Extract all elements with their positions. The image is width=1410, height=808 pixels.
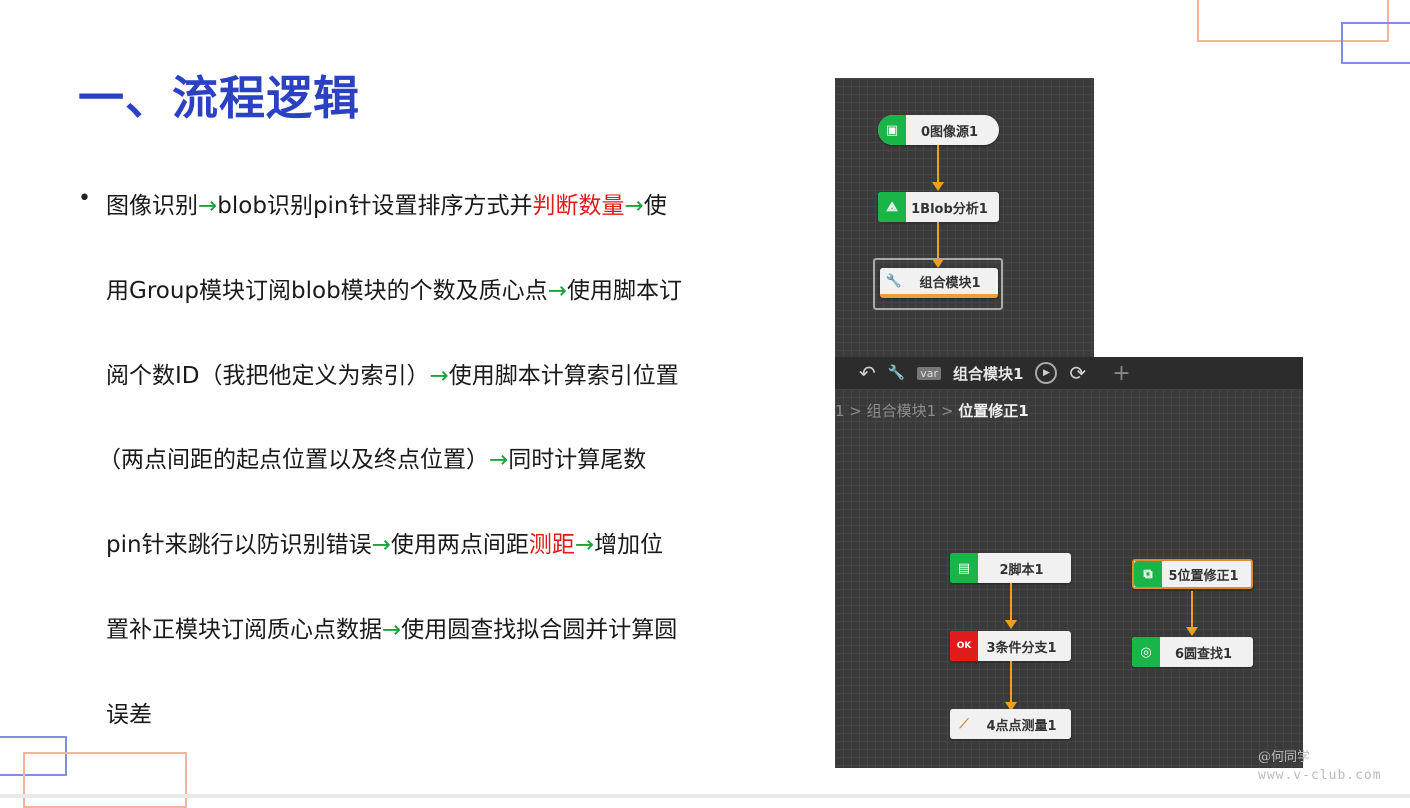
wrench-icon: 🔧	[880, 268, 908, 294]
back-icon[interactable]: ↶	[859, 361, 876, 385]
breadcrumb-path[interactable]: 1 > 组合模块1 >	[835, 402, 958, 420]
bullet-text-line: 置补正模块订阅质心点数据→使用圆查找拟合圆并计算圆	[106, 610, 677, 644]
loop-run-icon[interactable]: ⟳	[1069, 361, 1086, 385]
connector-arrow	[1005, 620, 1017, 629]
flow-canvas-bottom[interactable]: ↶ 🔧 var 组合模块1 ▶ ⟳ + 1 > 组合模块1 > 位置修正1 ▤ …	[835, 357, 1303, 768]
flow-canvas-top[interactable]: ▣ 0图像源1 ⟁ 1Blob分析1 🔧 组合模块1	[835, 78, 1094, 358]
bullet-text-line: pin针来跳行以防识别错误→使用两点间距测距→增加位	[106, 525, 663, 559]
arrow-glyph: →	[371, 532, 391, 558]
bullet-dot: •	[78, 186, 91, 211]
corner-deco-bottom-orange	[23, 752, 187, 808]
connector-arrow	[1186, 627, 1198, 636]
group-toolbar: ↶ 🔧 var 组合模块1 ▶ ⟳ +	[835, 357, 1303, 389]
node-label: 组合模块1	[919, 275, 981, 291]
position-correct-icon: ⧉	[1134, 561, 1162, 587]
play-icon[interactable]: ▶	[1035, 362, 1058, 384]
text-segment: 图像识别	[106, 193, 198, 219]
slide-title: 一、流程逻辑	[78, 71, 360, 125]
breadcrumb: 1 > 组合模块1 > 位置修正1	[835, 400, 1029, 421]
var-button[interactable]: var	[917, 366, 941, 380]
node-label: 2脚本1	[999, 562, 1044, 578]
group-name: 组合模块1	[952, 364, 1024, 383]
corner-deco-top-blue	[1341, 22, 1410, 64]
highlight-text: 判断数量	[532, 193, 625, 219]
flow-node-position-correct[interactable]: ⧉ 5位置修正1	[1132, 559, 1253, 589]
flow-node-measure[interactable]: ⟋ 4点点测量1	[950, 709, 1071, 739]
flow-node-group[interactable]: 🔧 组合模块1	[880, 268, 998, 298]
branch-icon: OK	[950, 631, 978, 661]
arrow-glyph: →	[198, 193, 218, 219]
text-segment: 用Group模块订阅blob模块的个数及质心点	[106, 278, 548, 304]
connector	[937, 145, 939, 185]
blob-icon: ⟁	[878, 192, 906, 222]
node-label: 3条件分支1	[986, 640, 1057, 656]
node-label: 1Blob分析1	[911, 201, 988, 217]
arrow-glyph: →	[574, 532, 595, 558]
text-segment: 使用脚本订	[566, 278, 682, 304]
text-segment: 增加位	[594, 532, 664, 558]
flow-node-branch[interactable]: OK 3条件分支1	[950, 631, 1071, 661]
connector-arrow	[932, 182, 944, 191]
node-label: 0图像源1	[920, 124, 979, 140]
text-segment: （两点间距的起点位置以及终点位置）	[98, 447, 489, 473]
text-segment: blob识别pin针设置排序方式并	[217, 193, 533, 219]
bullet-text-line: 误差	[106, 695, 152, 729]
node-label: 5位置修正1	[1168, 568, 1239, 584]
watermark-url: www.v-club.com	[1258, 768, 1382, 783]
flow-node-circle-find[interactable]: ◎ 6圆查找1	[1132, 637, 1253, 667]
text-segment: 同时计算尾数	[508, 447, 647, 473]
measure-icon: ⟋	[950, 709, 978, 739]
bullet-text-line: （两点间距的起点位置以及终点位置）→同时计算尾数	[98, 440, 646, 474]
connector	[937, 222, 939, 262]
flow-node-image-source[interactable]: ▣ 0图像源1	[878, 115, 999, 145]
text-segment: 误差	[106, 702, 152, 728]
arrow-glyph: →	[624, 193, 644, 219]
add-icon[interactable]: +	[1112, 361, 1130, 386]
text-segment: 置补正模块订阅质心点数据	[106, 617, 382, 643]
connector	[1191, 591, 1193, 629]
circle-find-icon: ◎	[1132, 637, 1160, 667]
watermark-author: @何同学	[1258, 750, 1311, 765]
footer-divider	[0, 794, 1410, 798]
text-segment: 阅个数ID（我把他定义为索引）	[106, 363, 430, 389]
text-segment: 使用两点间距	[390, 532, 529, 558]
breadcrumb-current: 位置修正1	[958, 402, 1029, 420]
flow-node-script[interactable]: ▤ 2脚本1	[950, 553, 1071, 583]
text-segment: pin针来跳行以防识别错误	[106, 532, 372, 558]
wrench-icon[interactable]: 🔧	[888, 365, 905, 381]
text-segment: 使用脚本计算索引位置	[448, 363, 679, 389]
flow-node-blob[interactable]: ⟁ 1Blob分析1	[878, 192, 999, 222]
text-segment: 使用圆查找拟合圆并计算圆	[401, 617, 678, 643]
script-icon: ▤	[950, 553, 978, 583]
arrow-glyph: →	[489, 447, 509, 473]
highlight-text: 测距	[528, 532, 575, 558]
node-label: 4点点测量1	[986, 718, 1057, 734]
text-segment: 使	[643, 193, 667, 219]
bullet-text-line: 阅个数ID（我把他定义为索引）→使用脚本计算索引位置	[106, 356, 679, 390]
bullet-text-line: 用Group模块订阅blob模块的个数及质心点→使用脚本订	[106, 271, 682, 305]
connector	[1010, 661, 1012, 705]
node-label: 6圆查找1	[1174, 646, 1233, 662]
arrow-glyph: →	[382, 617, 402, 643]
connector	[1010, 583, 1012, 623]
image-icon: ▣	[878, 115, 906, 145]
bullet-text-line: 图像识别→blob识别pin针设置排序方式并判断数量→使	[106, 186, 667, 220]
arrow-glyph: →	[429, 363, 449, 389]
arrow-glyph: →	[547, 278, 567, 304]
